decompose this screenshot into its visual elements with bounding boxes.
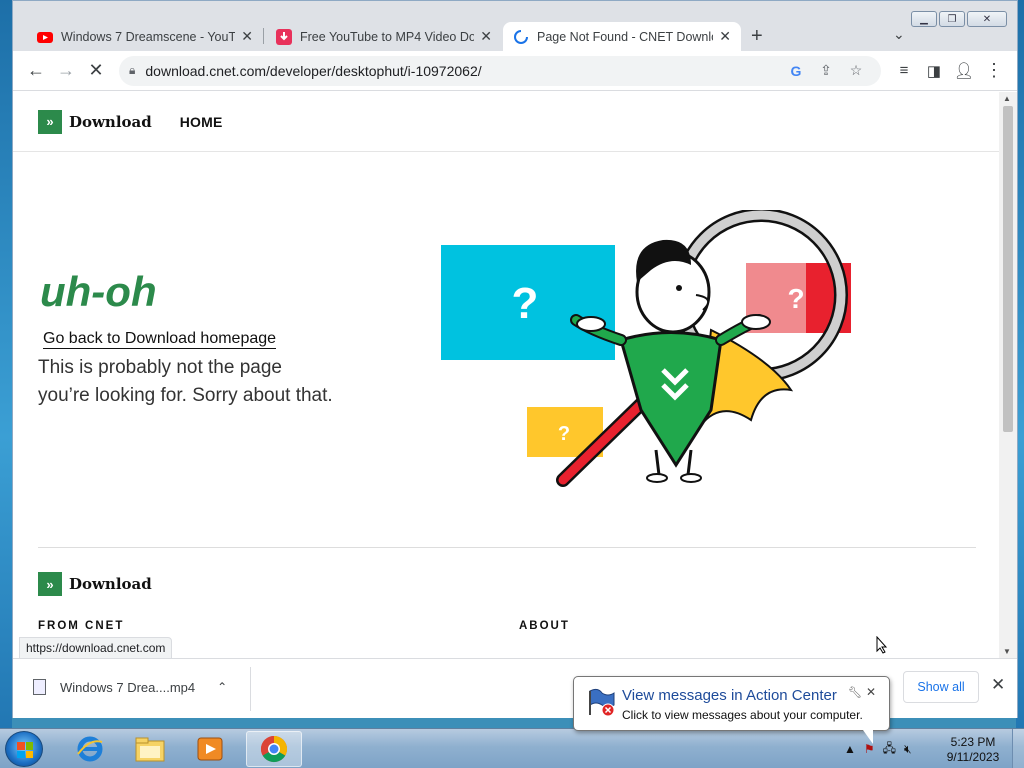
- internet-explorer-icon[interactable]: [62, 731, 118, 767]
- show-hidden-icons-icon[interactable]: ▲: [844, 742, 856, 756]
- clock-date: 9/11/2023: [946, 750, 1000, 764]
- tab-separator: [263, 28, 264, 44]
- error-message: This is probably not the page you’re loo…: [38, 357, 333, 406]
- share-icon[interactable]: ⇪: [811, 62, 841, 79]
- tab-title: Page Not Found - CNET Download: [537, 29, 714, 44]
- network-icon[interactable]: 🖧︎: [883, 739, 896, 760]
- footer-divider: [38, 547, 976, 548]
- action-center-notification[interactable]: View messages in Action Center Click to …: [573, 676, 890, 731]
- tab-search-chevron-icon[interactable]: ⌄: [893, 26, 905, 43]
- tab-close-icon[interactable]: ✕: [480, 28, 492, 45]
- download-chevron-icon: »: [38, 572, 62, 596]
- question-mark: ?: [787, 283, 804, 314]
- mascot-right-hand: [741, 314, 771, 330]
- mascot-left-hand: [576, 316, 606, 332]
- site-header: » Download HOME: [13, 92, 999, 152]
- media-player-icon[interactable]: [182, 731, 238, 767]
- question-mark: ?: [558, 423, 570, 445]
- lock-icon[interactable]: 🔒︎: [129, 63, 135, 78]
- status-bubble-url: https://download.cnet.com: [19, 637, 173, 659]
- address-bar[interactable]: 🔒︎ download.cnet.com/developer/desktophu…: [119, 55, 881, 86]
- mascot-body: [619, 331, 723, 468]
- desktop-background: [0, 0, 12, 728]
- download-chevron-icon: »: [38, 109, 62, 134]
- windows-logo-icon: [17, 742, 33, 758]
- chrome-taskbar-icon[interactable]: [246, 731, 302, 767]
- action-center-flag-icon: [589, 688, 615, 717]
- download-logo[interactable]: » Download: [38, 109, 152, 134]
- youtube-icon: [37, 31, 53, 43]
- forward-arrow-icon[interactable]: →: [51, 56, 81, 86]
- taskbar-clock[interactable]: 5:23 PM 9/11/2023: [938, 735, 1008, 765]
- footer-heading-about: ABOUT: [519, 620, 570, 632]
- back-arrow-icon[interactable]: ←: [21, 56, 51, 86]
- web-page: » Download HOME uh-oh Go back to Downloa…: [13, 92, 999, 658]
- tab-title: Free YouTube to MP4 Video Downloader: [300, 29, 475, 44]
- stop-loading-icon[interactable]: ✕: [81, 56, 111, 86]
- scrollbar-thumb[interactable]: [1003, 106, 1013, 432]
- mouse-cursor-icon: [876, 636, 888, 654]
- download-separator: [250, 667, 251, 711]
- error-title: uh-oh: [40, 268, 157, 315]
- scroll-up-arrow-icon[interactable]: ▲: [1003, 94, 1011, 103]
- browser-window: Windows 7 Dreamscene - YouTube ✕ Free Yo…: [12, 0, 1018, 718]
- back-to-homepage-link[interactable]: Go back to Download homepage: [43, 330, 277, 349]
- google-lens-icon[interactable]: G: [781, 63, 811, 79]
- notification-body: Click to view messages about your comput…: [622, 708, 863, 722]
- action-center-tray-icon[interactable]: ⚑: [864, 742, 875, 756]
- footer-heading-from-cnet: FROM CNET: [38, 620, 125, 632]
- browser-toolbar: ← → ✕ 🔒︎ download.cnet.com/developer/des…: [13, 51, 1017, 91]
- tab-close-icon[interactable]: ✕: [241, 28, 253, 45]
- close-window-button[interactable]: ✕: [967, 11, 1007, 27]
- new-tab-button[interactable]: +: [751, 25, 763, 48]
- lost-mascot-illustration: ? ? ?: [441, 210, 851, 487]
- chevron-up-icon[interactable]: ⌃: [217, 680, 227, 694]
- notification-title[interactable]: View messages in Action Center: [622, 687, 837, 704]
- logo-text: Download: [69, 112, 152, 131]
- file-icon: [33, 679, 46, 695]
- loading-spinner-icon: [514, 29, 528, 44]
- tab-mp4-downloader[interactable]: Free YouTube to MP4 Video Downloader ✕: [266, 22, 502, 51]
- question-mark: ?: [512, 279, 539, 328]
- volume-muted-icon[interactable]: 🔇︎: [904, 742, 912, 757]
- clock-time: 5:23 PM: [950, 735, 996, 749]
- show-desktop-button[interactable]: [1012, 729, 1024, 768]
- system-tray: ▲ ⚑ 🖧︎ 🔇︎: [844, 729, 912, 768]
- download-item[interactable]: Windows 7 Drea....mp4 ⌃: [33, 679, 227, 695]
- scroll-down-arrow-icon[interactable]: ▼: [1003, 647, 1011, 656]
- tab-close-icon[interactable]: ✕: [719, 28, 731, 45]
- tab-title: Windows 7 Dreamscene - YouTube: [61, 29, 236, 44]
- download-app-icon: [276, 28, 292, 45]
- start-button[interactable]: [5, 731, 43, 767]
- show-all-downloads-button[interactable]: Show all: [903, 671, 979, 703]
- wrench-options-icon[interactable]: 🔧︎: [848, 686, 862, 699]
- footer-download-logo[interactable]: » Download: [38, 572, 152, 596]
- tab-page-not-found[interactable]: Page Not Found - CNET Download ✕: [503, 22, 741, 51]
- minimize-button[interactable]: ▁: [911, 11, 937, 27]
- url-text[interactable]: download.cnet.com/developer/desktophut/i…: [145, 63, 781, 79]
- media-control-icon[interactable]: ≡: [889, 56, 919, 86]
- footer-logo-text: Download: [69, 575, 152, 593]
- notification-close-icon[interactable]: ✕: [866, 685, 876, 699]
- nav-home-link[interactable]: HOME: [180, 114, 223, 130]
- close-download-shelf-icon[interactable]: ✕: [991, 675, 1005, 695]
- file-explorer-icon[interactable]: [122, 731, 178, 767]
- side-panel-icon[interactable]: ◨: [919, 56, 949, 86]
- profile-icon[interactable]: 👤︎: [949, 56, 979, 86]
- page-scrollbar[interactable]: ▲ ▼: [999, 92, 1017, 658]
- menu-kebab-icon[interactable]: ⋮: [979, 56, 1009, 86]
- window-controls: ▁ ❐ ✕: [911, 11, 1007, 27]
- notification-tail: [863, 730, 873, 744]
- tab-youtube[interactable]: Windows 7 Dreamscene - YouTube ✕: [27, 22, 263, 51]
- bookmark-star-icon[interactable]: ☆: [841, 62, 871, 79]
- restore-button[interactable]: ❐: [939, 11, 965, 27]
- download-filename: Windows 7 Drea....mp4: [60, 679, 196, 695]
- tab-strip: Windows 7 Dreamscene - YouTube ✕ Free Yo…: [13, 1, 1017, 51]
